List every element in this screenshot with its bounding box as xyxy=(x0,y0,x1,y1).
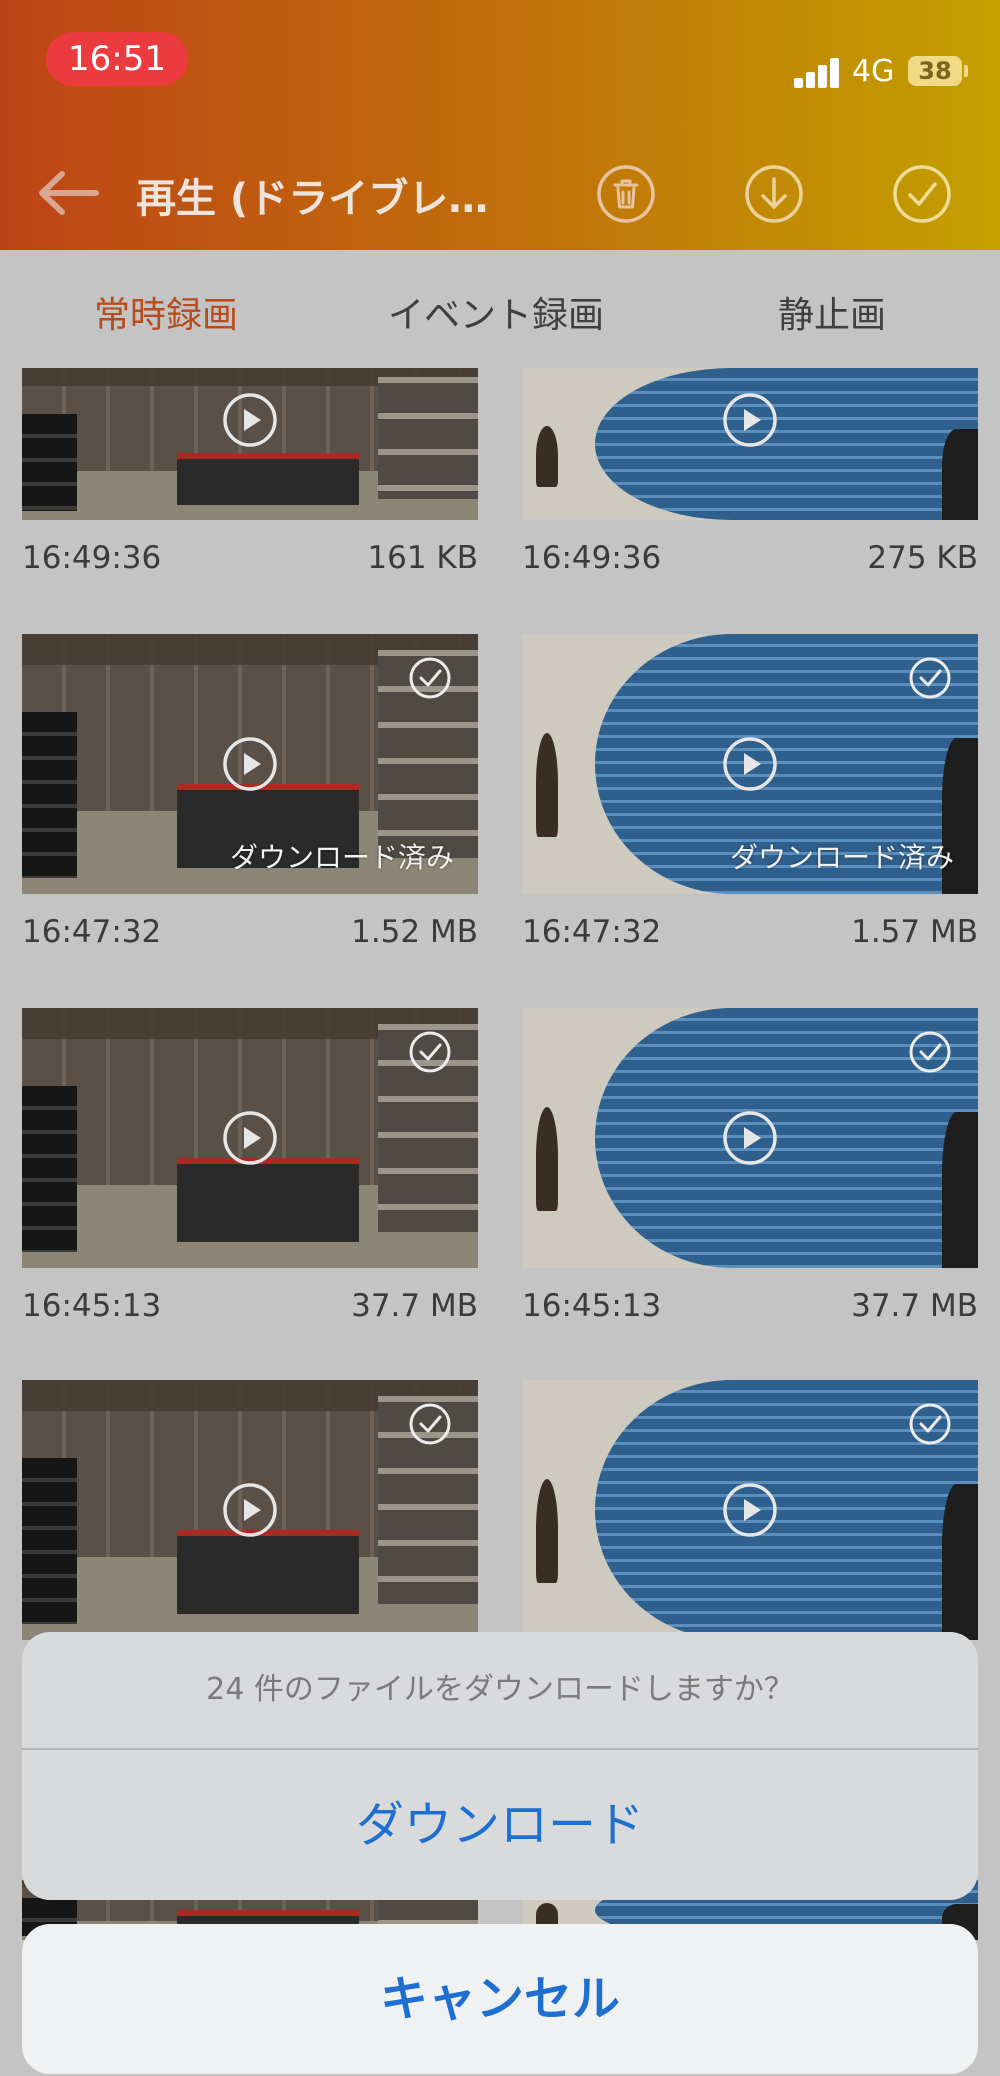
play-icon xyxy=(723,1483,777,1537)
check-icon[interactable] xyxy=(908,656,952,700)
video-timestamp: 16:49:36 xyxy=(22,540,162,576)
video-filesize: 161 KB xyxy=(367,540,478,576)
video-filesize: 1.52 MB xyxy=(351,914,478,950)
category-tabs: 常時録画 イベント録画 静止画 xyxy=(0,250,1000,368)
video-filesize: 37.7 MB xyxy=(851,1288,978,1324)
downloaded-label: ダウンロード済み xyxy=(229,841,454,874)
check-icon[interactable] xyxy=(908,1402,952,1446)
video-timestamp: 16:45:13 xyxy=(22,1288,162,1324)
app-header: 16:51 4G 38 再生 (ドライブレ… xyxy=(0,0,1000,250)
check-icon[interactable] xyxy=(408,1402,452,1446)
check-icon[interactable] xyxy=(908,1030,952,1074)
tab-still-images[interactable]: 静止画 xyxy=(778,286,886,338)
sheet-message: 24 件のファイルをダウンロードしますか？ xyxy=(206,1672,794,1707)
play-icon xyxy=(723,737,777,791)
check-icon[interactable] xyxy=(892,164,952,224)
video-timestamp: 16:49:36 xyxy=(522,540,662,576)
video-thumbnail[interactable] xyxy=(22,1008,478,1268)
trash-icon[interactable] xyxy=(596,164,656,224)
download-icon[interactable] xyxy=(744,164,804,224)
play-icon xyxy=(723,393,777,447)
arrow-left-icon[interactable] xyxy=(36,168,100,218)
video-thumbnail[interactable]: ダウンロード済み xyxy=(22,634,478,894)
tab-event-recording[interactable]: イベント録画 xyxy=(388,286,604,338)
play-icon xyxy=(723,1111,777,1165)
video-filesize: 1.57 MB xyxy=(851,914,978,950)
cancel-button[interactable]: キャンセル xyxy=(22,1924,978,2074)
battery-tip xyxy=(964,65,968,77)
video-filesize: 37.7 MB xyxy=(351,1288,478,1324)
video-thumbnail[interactable]: ダウンロード済み xyxy=(522,634,978,894)
video-timestamp: 16:47:32 xyxy=(22,914,162,950)
play-icon xyxy=(223,1111,277,1165)
download-action-sheet: 24 件のファイルをダウンロードしますか？ ダウンロード xyxy=(22,1632,978,1900)
check-icon[interactable] xyxy=(408,1030,452,1074)
video-thumbnail[interactable] xyxy=(522,1008,978,1268)
downloaded-label: ダウンロード済み xyxy=(729,841,954,874)
signal-icon xyxy=(794,56,840,88)
play-icon xyxy=(223,393,277,447)
video-filesize: 275 KB xyxy=(867,540,978,576)
play-icon xyxy=(223,1483,277,1537)
play-icon xyxy=(223,737,277,791)
video-thumbnail[interactable] xyxy=(22,368,478,520)
tab-continuous-recording[interactable]: 常時録画 xyxy=(94,286,238,338)
check-icon[interactable] xyxy=(408,656,452,700)
video-timestamp: 16:45:13 xyxy=(522,1288,662,1324)
network-type: 4G xyxy=(852,54,895,89)
battery-icon: 38 xyxy=(908,56,962,86)
confirm-download-button[interactable]: ダウンロード xyxy=(22,1750,978,1900)
video-thumbnail[interactable] xyxy=(22,1380,478,1640)
status-time: 16:51 xyxy=(46,32,188,86)
video-thumbnail[interactable] xyxy=(522,1380,978,1640)
video-thumbnail[interactable] xyxy=(522,368,978,520)
video-timestamp: 16:47:32 xyxy=(522,914,662,950)
page-title: 再生 (ドライブレ… xyxy=(136,176,489,222)
